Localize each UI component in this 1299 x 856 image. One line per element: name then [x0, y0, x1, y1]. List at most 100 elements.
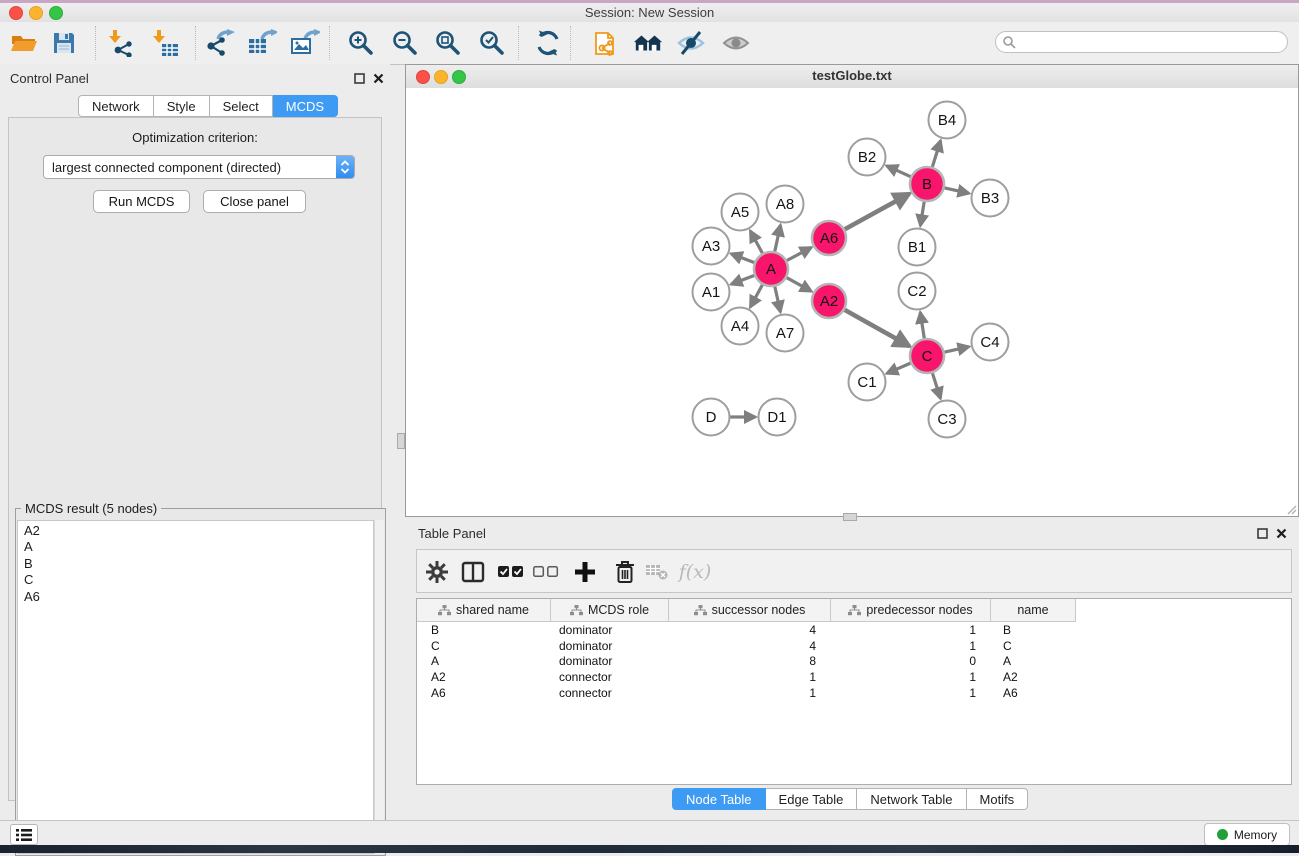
open-folder-icon[interactable]	[9, 28, 39, 58]
graph-edge-A-A2[interactable]	[786, 277, 812, 291]
graph-edge-A6-B[interactable]	[844, 194, 910, 230]
app-title: Session: New Session	[0, 5, 1299, 20]
status-bar: Memory	[0, 820, 1299, 845]
import-network-icon[interactable]	[107, 28, 137, 58]
level-of-detail-eye-icon[interactable]	[721, 28, 751, 58]
show-column-icon[interactable]	[459, 558, 487, 586]
network-canvas[interactable]: B4B2BB3A5A8A6A3B1AA1C2A2A4A7C4CC1C3DD1	[406, 88, 1298, 516]
result-list-item[interactable]: B	[24, 556, 373, 572]
zoom-out-icon[interactable]	[390, 28, 420, 58]
column-header-name[interactable]: name	[991, 599, 1076, 621]
network-window-titlebar[interactable]: testGlobe.txt	[406, 65, 1298, 89]
export-image-icon[interactable]	[290, 28, 320, 58]
graph-node-label: D1	[767, 409, 786, 426]
cyndex-home-icon[interactable]	[633, 28, 663, 58]
node-table: shared nameMCDS rolesuccessor nodesprede…	[416, 598, 1292, 785]
table-row[interactable]: Adominator80A	[417, 654, 1291, 670]
memory-status-icon	[1217, 829, 1228, 840]
graph-edge-B-B4[interactable]	[932, 141, 941, 168]
table-row[interactable]: A2connector11A2	[417, 669, 1291, 685]
tab-select[interactable]: Select	[210, 95, 273, 117]
refresh-icon[interactable]	[533, 28, 563, 58]
graph-node-label: B1	[908, 239, 926, 256]
result-list-item[interactable]: A6	[24, 589, 373, 605]
window-resize-grip[interactable]	[1285, 503, 1297, 515]
criterion-value: largest connected component (directed)	[44, 160, 336, 175]
table-cell: B	[417, 623, 551, 637]
graph-node-label: C3	[937, 411, 956, 428]
tab-network-table[interactable]: Network Table	[857, 788, 966, 810]
tab-network[interactable]: Network	[78, 95, 154, 117]
table-cell: A2	[991, 670, 1076, 684]
search-input[interactable]	[995, 31, 1288, 53]
search-icon	[1002, 35, 1016, 49]
graph-edge-A2-C[interactable]	[844, 309, 910, 346]
close-panel-icon[interactable]	[1276, 528, 1287, 539]
criterion-dropdown[interactable]: largest connected component (directed)	[43, 155, 355, 179]
table-cell: 4	[669, 639, 831, 653]
select-all-checks-icon[interactable]	[497, 558, 525, 586]
new-network-from-selection-icon[interactable]	[592, 28, 622, 58]
graph-edge-C-C2[interactable]	[920, 312, 924, 339]
tab-motifs[interactable]: Motifs	[967, 788, 1029, 810]
close-panel-icon[interactable]	[373, 73, 384, 84]
graph-edge-C-C4[interactable]	[944, 347, 969, 353]
graph-edge-A-A3[interactable]	[731, 254, 755, 263]
save-icon[interactable]	[49, 28, 79, 58]
import-table-icon[interactable]	[151, 28, 181, 58]
table-row[interactable]: A6connector11A6	[417, 685, 1291, 701]
result-list-item[interactable]: A2	[24, 523, 373, 539]
result-scrollbar[interactable]	[374, 520, 384, 854]
table-cell: A	[991, 654, 1076, 668]
column-header-predecessor-nodes[interactable]: predecessor nodes	[831, 599, 991, 621]
column-header-shared-name[interactable]: shared name	[417, 599, 551, 621]
graph-edge-A-A5[interactable]	[750, 231, 763, 254]
horizontal-splitter-handle[interactable]	[843, 513, 857, 521]
table-row[interactable]: Cdominator41C	[417, 638, 1291, 654]
deselect-all-checks-icon[interactable]	[532, 558, 560, 586]
float-panel-icon[interactable]	[1257, 528, 1268, 539]
vertical-splitter-handle[interactable]	[397, 433, 405, 449]
tab-edge-table[interactable]: Edge Table	[766, 788, 858, 810]
run-mcds-button[interactable]: Run MCDS	[93, 190, 190, 213]
export-network-icon[interactable]	[205, 28, 235, 58]
add-column-icon[interactable]	[571, 558, 599, 586]
tab-mcds[interactable]: MCDS	[273, 95, 338, 117]
result-list-item[interactable]: A	[24, 539, 373, 555]
table-row[interactable]: Bdominator41B	[417, 622, 1291, 638]
tab-style[interactable]: Style	[154, 95, 210, 117]
zoom-selected-icon[interactable]	[477, 28, 507, 58]
memory-label: Memory	[1234, 828, 1277, 842]
column-header-MCDS-role[interactable]: MCDS role	[551, 599, 669, 621]
zoom-in-icon[interactable]	[346, 28, 376, 58]
column-header-successor-nodes[interactable]: successor nodes	[669, 599, 831, 621]
graph-edge-B-B1[interactable]	[920, 201, 924, 226]
delete-column-trash-icon[interactable]	[611, 558, 639, 586]
graph-edge-A-A6[interactable]	[786, 247, 811, 261]
result-list-item[interactable]: C	[24, 572, 373, 588]
graph-node-label: B2	[858, 149, 876, 166]
graph-edge-A-A1[interactable]	[731, 275, 755, 284]
graph-edge-C-C3[interactable]	[932, 372, 940, 398]
float-panel-icon[interactable]	[354, 73, 365, 84]
tab-node-table[interactable]: Node Table	[672, 788, 766, 810]
task-history-button[interactable]	[10, 824, 38, 845]
settings-gear-icon[interactable]	[423, 558, 451, 586]
graph-edge-B-B2[interactable]	[887, 166, 912, 177]
zoom-fit-icon[interactable]	[433, 28, 463, 58]
graph-edge-C-C1[interactable]	[887, 363, 912, 374]
graph-edge-A-A4[interactable]	[750, 284, 763, 307]
graph-edge-B-B3[interactable]	[944, 188, 969, 194]
graph-node-label: A	[766, 261, 776, 278]
control-panel-tabs: NetworkStyleSelectMCDS	[78, 95, 338, 117]
graph-node-label: A4	[731, 318, 749, 335]
export-table-icon[interactable]	[247, 28, 277, 58]
graph-edge-A-A8[interactable]	[775, 225, 781, 252]
memory-button[interactable]: Memory	[1204, 823, 1290, 846]
table-tabs: Node TableEdge TableNetwork TableMotifs	[672, 788, 1028, 810]
table-cell: A6	[417, 686, 551, 700]
hide-graphics-details-icon[interactable]	[676, 28, 706, 58]
close-panel-button[interactable]: Close panel	[203, 190, 306, 213]
graph-node-label: B	[922, 176, 932, 193]
graph-edge-A-A7[interactable]	[775, 286, 781, 312]
